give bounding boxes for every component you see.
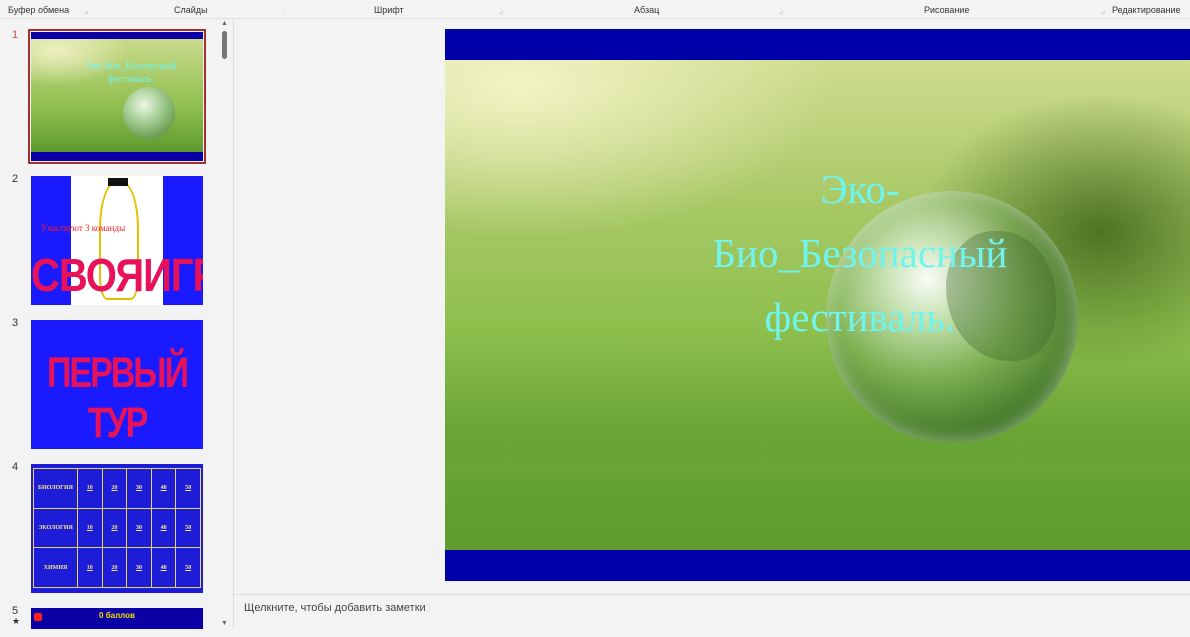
ribbon-group-editing[interactable]: Редактирование — [1112, 5, 1181, 15]
wordart-title: СВОЯИГРА — [31, 250, 203, 302]
notes-placeholder[interactable]: Щелкните, чтобы добавить заметки — [244, 602, 426, 614]
table-row: ХИМИЯ 10 20 30 40 50 — [33, 547, 201, 588]
thumbnail-caption: 0 баллов — [99, 611, 135, 620]
dialog-launcher-icon[interactable]: ⌟ — [499, 5, 503, 16]
score-cell: 20 — [101, 547, 128, 588]
ribbon-group-paragraph[interactable]: Абзац — [634, 5, 659, 15]
score-cell: 10 — [77, 468, 103, 509]
scrollbar-thumb[interactable] — [222, 31, 227, 59]
table-row: БИОЛОГИЯ 10 20 30 40 50 — [33, 468, 201, 509]
score-cell: 50 — [175, 547, 201, 588]
score-cell: 10 — [77, 547, 103, 588]
slide-thumbnail-4[interactable]: БИОЛОГИЯ 10 20 30 40 50 ЭКОЛОГИЯ 10 20 3… — [31, 464, 203, 593]
category-cell: ЭКОЛОГИЯ — [33, 507, 78, 549]
slide-thumbnail-5[interactable]: 0 баллов — [31, 608, 203, 629]
animation-star-icon: ★ — [12, 616, 21, 626]
score-cell: 40 — [150, 468, 177, 509]
ribbon-group-drawing[interactable]: Рисование — [924, 5, 969, 15]
wordart-title: ПЕРВЫЙ ТУР — [46, 349, 189, 447]
status-bar — [0, 629, 1190, 637]
thumbnail-caption: Участвуют 3 команды — [41, 223, 126, 233]
category-cell: БИОЛОГИЯ — [33, 468, 78, 509]
ribbon-group-labels: Буфер обмена ⌟ Слайды · Шрифт ⌟ Абзац ⌟ … — [0, 0, 1190, 19]
score-cell: 10 — [77, 507, 103, 549]
slide-bottom-bar — [445, 550, 1190, 581]
current-slide[interactable]: Эко- Био_Безопасный фестиваль. — [445, 29, 1190, 581]
table-row: ЭКОЛОГИЯ 10 20 30 40 50 — [33, 507, 201, 549]
background-photo — [31, 39, 203, 152]
thumbnails-scrollbar[interactable]: ▲ ▼ — [220, 19, 229, 629]
ribbon-group-font[interactable]: Шрифт — [374, 5, 404, 15]
thumbnail-number: 4 — [12, 461, 19, 473]
score-cell: 30 — [126, 547, 152, 588]
score-cell: 20 — [101, 507, 128, 549]
dialog-launcher-icon[interactable]: ⌟ — [84, 5, 88, 16]
slide-thumbnail-1[interactable]: Эко-Био_Безопасный фестиваль. — [28, 29, 206, 164]
globe-image — [123, 87, 175, 139]
slide-thumbnails-pane[interactable]: 1 Эко-Био_Безопасный фестиваль. 2 Участв… — [0, 19, 232, 629]
divider-icon: · — [282, 5, 285, 15]
dialog-launcher-icon[interactable]: ⌟ — [779, 5, 783, 16]
notes-pane[interactable]: Щелкните, чтобы добавить заметки — [233, 594, 1190, 629]
score-cell: 40 — [150, 507, 177, 549]
thumbnail-number: 2 — [12, 173, 19, 185]
dialog-launcher-icon[interactable]: ⌟ — [1101, 5, 1105, 16]
score-cell: 40 — [150, 547, 177, 588]
score-cell: 20 — [101, 468, 128, 509]
thumbnail-title: Эко-Био_Безопасный фестиваль. — [85, 61, 177, 85]
graduation-cap-icon — [108, 178, 128, 186]
slide-top-bar — [445, 29, 1190, 60]
scroll-up-icon[interactable]: ▲ — [220, 19, 229, 28]
thumbnail-number: 3 — [12, 317, 19, 329]
score-cell: 50 — [175, 468, 201, 509]
scroll-down-icon[interactable]: ▼ — [220, 619, 229, 628]
grass-foreground — [445, 429, 1190, 550]
quiz-grid: БИОЛОГИЯ 10 20 30 40 50 ЭКОЛОГИЯ 10 20 3… — [33, 468, 201, 588]
slide-title[interactable]: Эко- Био_Безопасный фестиваль. — [660, 157, 1060, 349]
slide-thumbnail-3[interactable]: ПЕРВЫЙ ТУР — [31, 320, 203, 449]
category-cell: ХИМИЯ — [33, 547, 78, 588]
score-cell: 50 — [175, 507, 201, 549]
thumbnail-number: 1 — [12, 29, 19, 41]
ribbon-group-slides[interactable]: Слайды — [174, 5, 208, 15]
ribbon-group-clipboard[interactable]: Буфер обмена — [8, 5, 69, 15]
score-cell: 30 — [126, 507, 152, 549]
slide-thumbnail-2[interactable]: Участвуют 3 команды СВОЯИГРА — [31, 176, 203, 305]
score-cell: 30 — [126, 468, 152, 509]
